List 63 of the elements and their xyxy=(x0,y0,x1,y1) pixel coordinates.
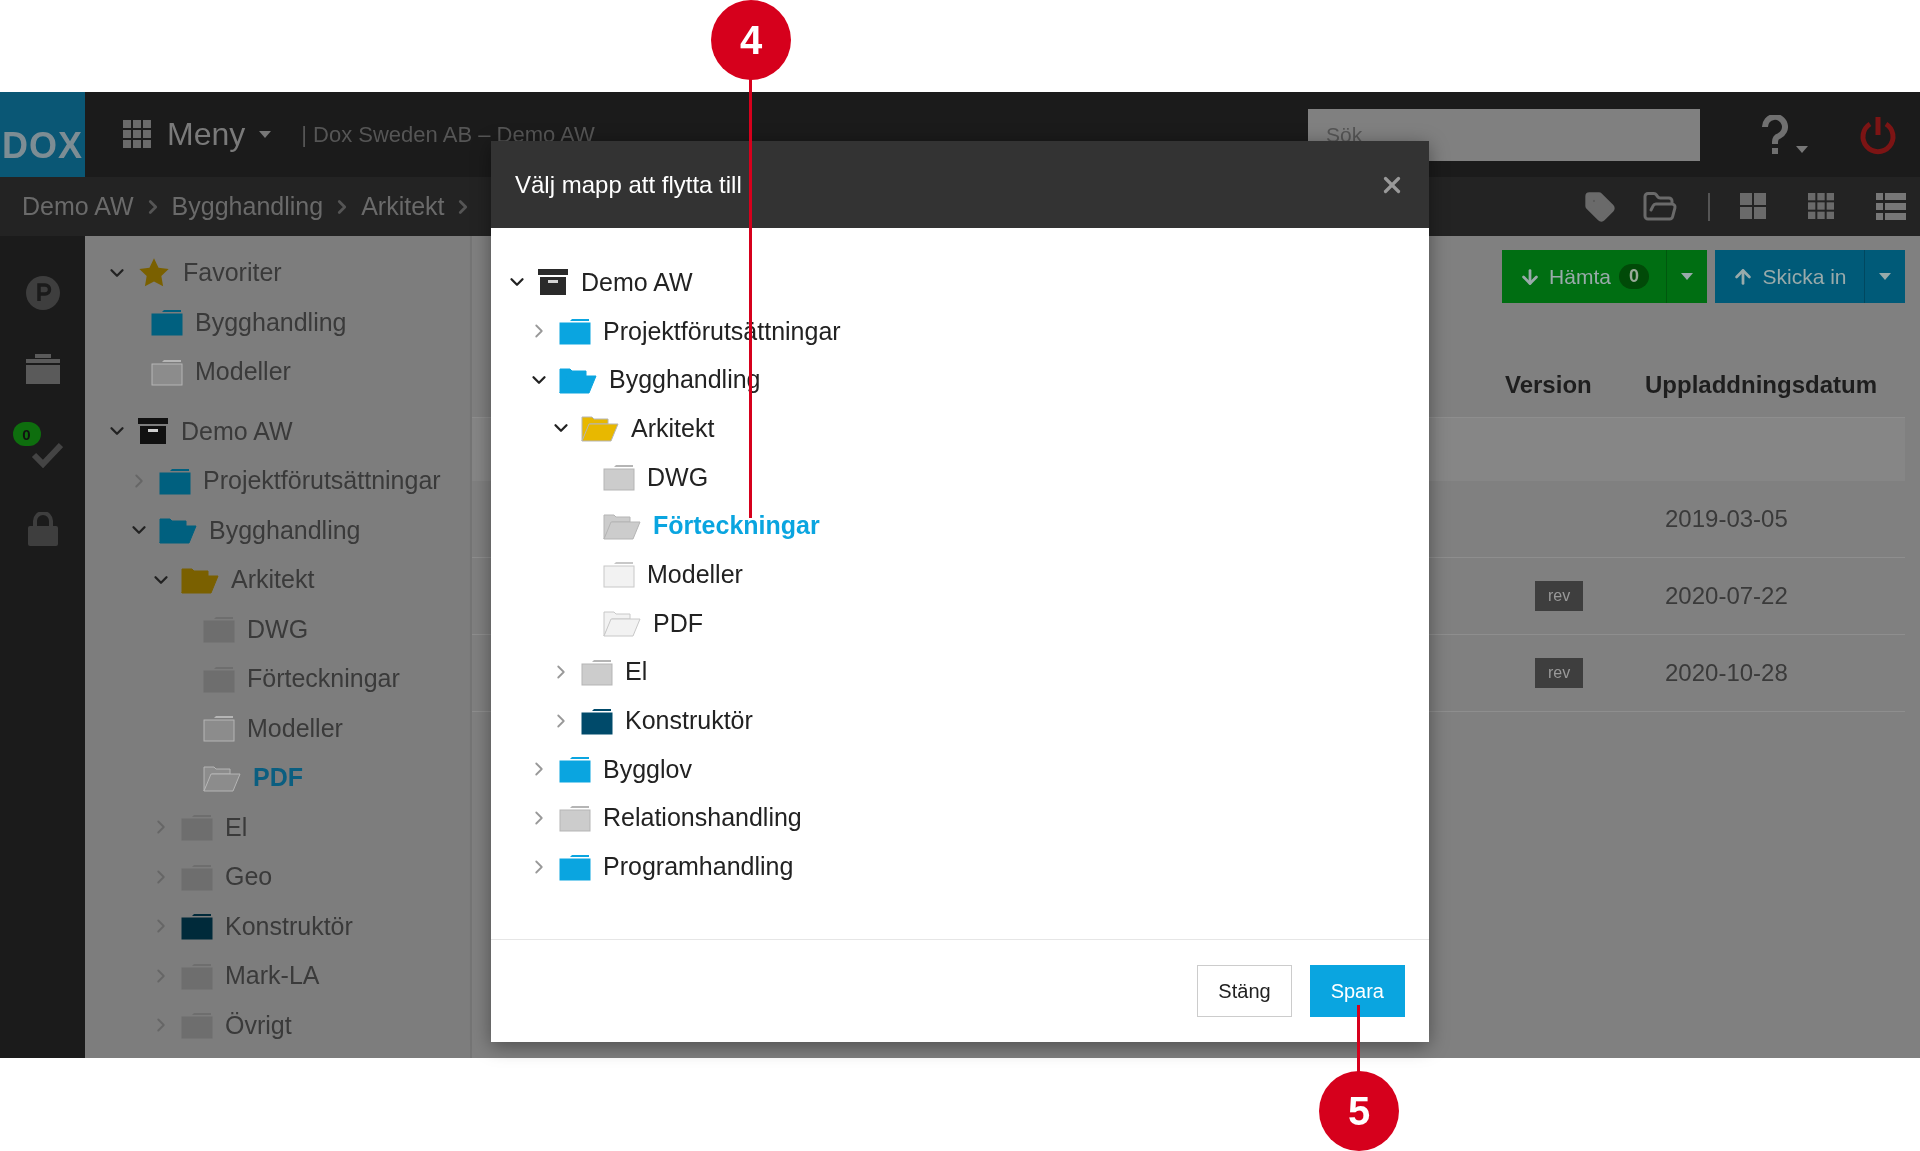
folder-label[interactable]: DWG xyxy=(647,462,709,492)
star-icon xyxy=(137,256,171,289)
folder-label[interactable]: Bygghandling xyxy=(195,307,347,337)
grid-view-icon[interactable] xyxy=(1808,192,1836,221)
folder-label[interactable]: Projektförutsättningar xyxy=(203,466,441,496)
caret-icon xyxy=(259,130,272,139)
checkmark-icon[interactable] xyxy=(30,442,63,468)
breadcrumb-link[interactable]: Demo AW xyxy=(22,192,134,221)
folder-label[interactable]: PDF xyxy=(653,608,703,638)
grid-icon[interactable] xyxy=(123,119,153,150)
logo[interactable]: DOX xyxy=(0,92,85,177)
tag-icon[interactable] xyxy=(1584,190,1616,223)
folder-label[interactable]: El xyxy=(625,657,648,687)
folder-label[interactable]: El xyxy=(225,812,248,842)
folder-label[interactable]: Bygghandling xyxy=(209,515,361,545)
folder-label[interactable]: Modeller xyxy=(195,357,291,387)
download-button[interactable]: Hämta 0 xyxy=(1502,250,1667,303)
folder-label[interactable]: Bygglov xyxy=(603,754,692,784)
column-header[interactable]: Version xyxy=(1505,371,1645,399)
column-header[interactable]: Uppladdningsdatum xyxy=(1645,371,1905,399)
folder-label[interactable]: Arkitekt xyxy=(231,565,315,595)
folder-label[interactable]: Modeller xyxy=(247,713,343,743)
folder-label[interactable]: DWG xyxy=(247,614,309,644)
lock-icon[interactable] xyxy=(27,512,58,546)
folder-label[interactable]: Demo AW xyxy=(181,416,293,446)
folder-label[interactable]: Förteckningar xyxy=(247,664,400,694)
folder-label[interactable]: Övrigt xyxy=(225,1010,292,1040)
date-cell-text: 2020-07-22 xyxy=(1665,582,1789,610)
revision-tag: rev xyxy=(1535,581,1584,611)
caret-icon xyxy=(1681,272,1693,281)
folder-label[interactable]: Geo xyxy=(225,862,273,892)
folder-label[interactable]: Mark-LA xyxy=(225,961,320,991)
dialog-title: Välj mapp att flytta till xyxy=(515,170,742,199)
breadcrumb-link[interactable]: Arkitekt xyxy=(361,192,445,221)
briefcase-icon[interactable] xyxy=(25,354,60,384)
folder-label[interactable]: Modeller xyxy=(647,559,743,589)
count-badge: 0 xyxy=(12,422,41,446)
revision-tag: rev xyxy=(1535,658,1584,688)
folder-label[interactable]: Relationshandling xyxy=(603,803,802,833)
tile-view-icon[interactable] xyxy=(1740,192,1768,221)
caret-icon xyxy=(1796,145,1808,154)
date-cell-text: 2020-10-28 xyxy=(1665,659,1789,687)
power-icon[interactable] xyxy=(1858,114,1898,155)
save-button[interactable]: Spara xyxy=(1309,965,1405,1017)
folder-label[interactable]: Arkitekt xyxy=(631,413,715,443)
folder-label[interactable]: Demo AW xyxy=(581,267,693,297)
list-view-icon[interactable] xyxy=(1876,192,1906,221)
folder-label[interactable]: PDF xyxy=(253,763,303,793)
folder-label[interactable]: Konstruktör xyxy=(225,911,353,941)
folder-label[interactable]: Förteckningar xyxy=(653,511,820,541)
date-cell-text: 2019-03-05 xyxy=(1665,505,1789,533)
help-icon[interactable] xyxy=(1762,114,1788,155)
caret-icon xyxy=(1879,272,1891,281)
leader-line xyxy=(1357,1005,1360,1073)
parking-icon[interactable] xyxy=(25,276,60,310)
close-button[interactable]: Stäng xyxy=(1197,965,1292,1017)
section-title[interactable]: Favoriter xyxy=(183,258,282,288)
breadcrumb-link[interactable]: Bygghandling xyxy=(171,192,324,221)
menu-button[interactable]: Meny xyxy=(123,116,272,153)
upload-button[interactable]: Skicka in xyxy=(1715,250,1865,303)
count-badge: 0 xyxy=(1618,264,1649,289)
folder-label[interactable]: Programhandling xyxy=(603,852,794,882)
folder-label[interactable]: Konstruktör xyxy=(625,706,753,736)
